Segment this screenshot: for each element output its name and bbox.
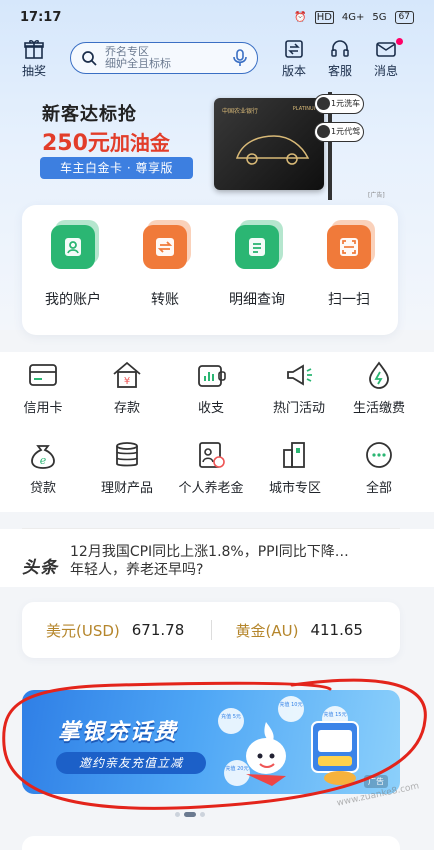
next-section-card bbox=[22, 836, 400, 850]
quick-my-account[interactable]: 我的账户 bbox=[28, 220, 118, 309]
version-label: 版本 bbox=[281, 64, 306, 78]
headline-text: 12月我国CPI同比上涨1.8%，PPI同比下降… 年轻人，养老还早吗? bbox=[70, 544, 349, 577]
car-icon bbox=[235, 135, 310, 165]
quick-statement[interactable]: 明细查询 bbox=[212, 220, 302, 309]
status-bar: 17:17 ⏰ HD 4G+ 5G 67 bbox=[0, 0, 434, 34]
version-icon bbox=[285, 40, 303, 58]
promo-ad-label: 广告 bbox=[364, 775, 388, 788]
promo-title: 掌银充话费 bbox=[58, 720, 179, 745]
exchange-rates-card[interactable]: 美元(USD) 671.78 黄金(AU) 411.65 bbox=[22, 602, 400, 658]
deposit-house-icon: ¥ bbox=[113, 361, 141, 388]
messages-label: 消息 bbox=[373, 64, 398, 78]
banner-line2: 250元加油金 bbox=[42, 131, 170, 156]
sign-car-wash: 1元洗车 bbox=[314, 94, 364, 114]
version-button[interactable]: 版本 bbox=[272, 38, 316, 79]
search-bar[interactable]: 乔名专区 细妒全且标标 bbox=[70, 42, 258, 74]
quick-transfer[interactable]: 转账 bbox=[120, 220, 210, 309]
coin-stack-icon bbox=[116, 442, 138, 467]
grid-income-expense[interactable]: 收支 bbox=[168, 360, 254, 416]
ad-label: [广告] bbox=[368, 192, 385, 199]
hd-indicator: HD bbox=[314, 10, 334, 24]
wallet-chart-icon bbox=[198, 365, 226, 387]
promo-banner-top[interactable]: 新客达标抢 250元加油金 车主白金卡 · 尊享版 中国农业银行 PLATINU… bbox=[0, 90, 434, 202]
document-icon bbox=[235, 220, 283, 269]
grid-credit-card[interactable]: 信用卡 bbox=[0, 360, 86, 416]
pension-icon bbox=[199, 442, 225, 468]
messages-button[interactable]: 消息 bbox=[364, 38, 408, 79]
grid-hot-events[interactable]: 热门活动 bbox=[256, 360, 342, 416]
signal-4g: 4G+ bbox=[341, 11, 365, 23]
svg-text:e: e bbox=[40, 454, 47, 467]
grid-deposit[interactable]: ¥ 存款 bbox=[84, 360, 170, 416]
promo-subtitle: 邀约亲友充值立减 bbox=[56, 752, 206, 774]
headline-tag: 头条 bbox=[22, 558, 58, 578]
search-icon bbox=[82, 51, 97, 66]
mail-icon bbox=[376, 42, 396, 57]
rate-usd[interactable]: 美元(USD) 671.78 bbox=[22, 620, 211, 641]
transfer-icon bbox=[143, 220, 191, 269]
carousel-indicator bbox=[175, 812, 205, 817]
rate-gold[interactable]: 黄金(AU) 411.65 bbox=[212, 620, 401, 641]
grid-loan[interactable]: e 贷款 bbox=[0, 440, 86, 496]
scan-icon bbox=[327, 220, 375, 269]
headset-icon bbox=[331, 40, 349, 57]
banner-pill: 车主白金卡 · 尊享版 bbox=[40, 157, 193, 179]
city-building-icon bbox=[283, 442, 305, 468]
water-drop-icon bbox=[369, 361, 389, 389]
top-header: 抽奖 乔名专区 细妒全且标标 版本 客服 消息 bbox=[0, 36, 434, 86]
quick-scan[interactable]: 扫一扫 bbox=[304, 220, 394, 309]
search-placeholder: 乔名专区 细妒全且标标 bbox=[105, 46, 171, 70]
quick-actions-card: 我的账户 转账 明细查询 扫一扫 bbox=[22, 205, 398, 335]
customer-service-button[interactable]: 客服 bbox=[318, 38, 362, 79]
phone-recharge-banner[interactable]: 掌银充话费 邀约亲友充值立减 充值 5元 充值 10元 充值 15元 充值 20… bbox=[22, 690, 400, 794]
banner-line1: 新客达标抢 bbox=[42, 104, 137, 125]
grid-all[interactable]: 全部 bbox=[336, 440, 422, 496]
megaphone-icon bbox=[287, 364, 312, 386]
gift-icon bbox=[24, 40, 44, 59]
credit-card-image: 中国农业银行 PLATINUM bbox=[214, 98, 324, 190]
unread-dot bbox=[396, 38, 403, 45]
battery-icon: 67 bbox=[394, 10, 414, 24]
microphone-icon[interactable] bbox=[233, 49, 247, 67]
grid-city-zone[interactable]: 城市专区 bbox=[252, 440, 338, 496]
sign-driver: 1元代驾 bbox=[314, 122, 364, 142]
grid-pension[interactable]: 个人养老金 bbox=[168, 440, 254, 496]
person-icon bbox=[51, 220, 99, 269]
grid-wealth-products[interactable]: 理财产品 bbox=[84, 440, 170, 496]
lottery-label: 抽奖 bbox=[21, 64, 46, 78]
status-icons: ⏰ HD 4G+ 5G 67 bbox=[294, 10, 414, 24]
credit-card-icon bbox=[29, 364, 57, 386]
headline-news[interactable]: 头条 12月我国CPI同比上涨1.8%，PPI同比下降… 年轻人，养老还早吗? bbox=[0, 529, 434, 587]
money-bag-icon: e bbox=[31, 445, 55, 469]
signal-5g: 5G bbox=[372, 11, 387, 23]
grid-utilities[interactable]: 生活缴费 bbox=[336, 360, 422, 416]
status-time: 17:17 bbox=[20, 9, 62, 25]
alarm-icon: ⏰ bbox=[294, 11, 307, 23]
mascot-illustration bbox=[246, 721, 359, 786]
lottery-button[interactable]: 抽奖 bbox=[12, 38, 56, 79]
service-grid: 信用卡 ¥ 存款 收支 热门活动 生活缴费 e 贷款 理财产品 个人养老金 城市… bbox=[0, 352, 434, 512]
customer-service-label: 客服 bbox=[327, 64, 352, 78]
svg-text:¥: ¥ bbox=[124, 376, 130, 387]
more-dots-icon bbox=[366, 442, 392, 468]
